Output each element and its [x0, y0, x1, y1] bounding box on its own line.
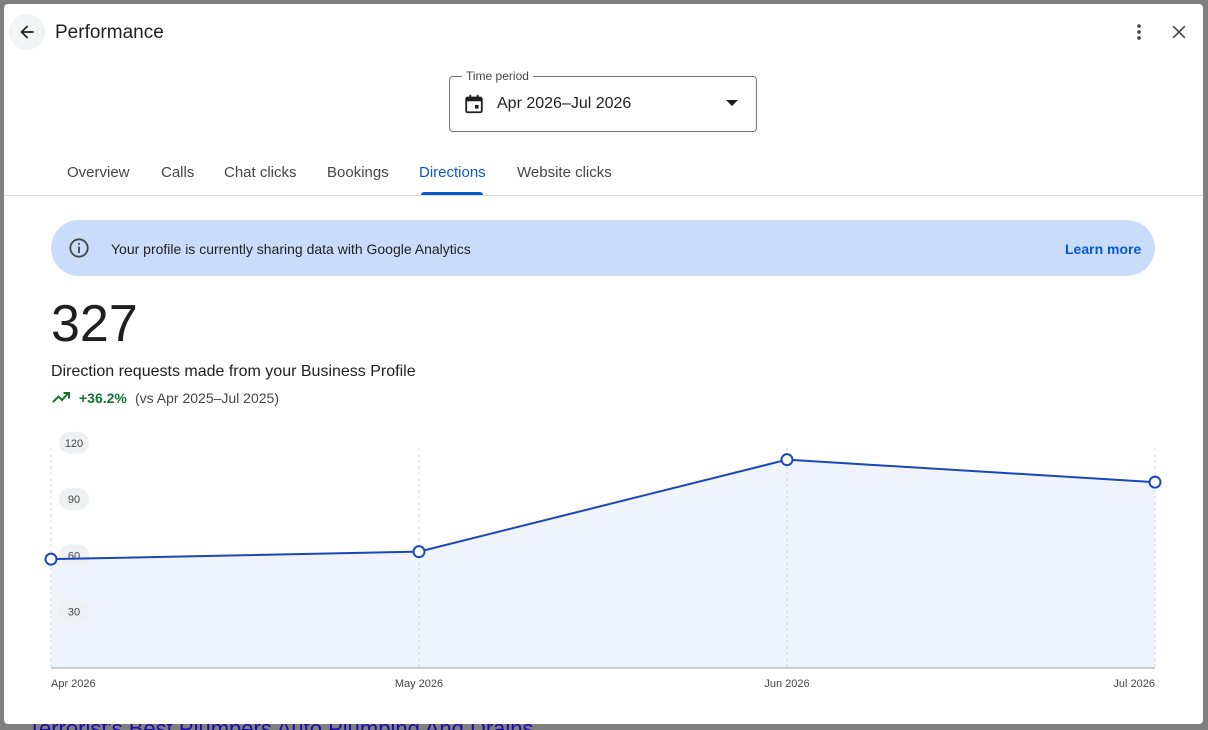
info-icon	[69, 238, 89, 258]
y-tick-label-90: 90	[68, 494, 80, 506]
y-tick-label-60: 60	[68, 550, 80, 562]
tab-bookings[interactable]: Bookings	[327, 164, 389, 181]
tab-bar: Overview Calls Chat clicks Bookings Dire…	[4, 152, 1203, 196]
dropdown-arrow-icon	[726, 100, 738, 106]
arrow-back-icon	[20, 25, 34, 39]
time-period-value: Apr 2026–Jul 2026	[497, 95, 632, 112]
x-tick-label-3: Jul 2026	[1113, 678, 1155, 690]
tab-chat-clicks[interactable]: Chat clicks	[224, 164, 297, 181]
active-tab-indicator	[421, 192, 483, 195]
dialog-header: Performance	[4, 4, 1203, 60]
metric-description: Direction requests made from your Busine…	[51, 363, 416, 380]
back-button[interactable]	[9, 14, 45, 50]
metric-change: +36.2%	[79, 390, 127, 406]
y-tick-label-30: 30	[68, 607, 80, 619]
x-tick-label-2: Jun 2026	[764, 678, 809, 690]
close-button[interactable]	[1163, 16, 1195, 48]
directions-line-chart: 30 60 90 120 Apr 2026 May 2026 Jun 2026 Jul 202…	[44, 431, 1162, 690]
metric-total: 327	[51, 295, 138, 353]
y-tick-label-120: 120	[65, 438, 83, 450]
tab-overview[interactable]: Overview	[67, 164, 130, 181]
data-point-1	[412, 545, 426, 559]
page-title: Performance	[55, 22, 164, 43]
close-icon	[1172, 25, 1186, 39]
banner-message: Your profile is currently sharing data w…	[111, 241, 471, 257]
tab-directions[interactable]: Directions	[419, 164, 486, 181]
calendar-icon	[465, 94, 483, 114]
metric-comparison: (vs Apr 2025–Jul 2025)	[135, 390, 279, 406]
learn-more-link[interactable]: Learn more	[1065, 241, 1141, 257]
data-point-3	[1148, 475, 1162, 489]
performance-dialog: Performance Time period Apr 2026–Jul 202…	[4, 4, 1203, 724]
more-vert-icon	[1137, 24, 1141, 40]
data-point-0	[44, 552, 58, 566]
trending-up-icon	[52, 392, 70, 403]
time-period-select[interactable]: Time period Apr 2026–Jul 2026	[449, 69, 757, 132]
time-period-label: Time period	[462, 69, 533, 83]
analytics-banner: Your profile is currently sharing data w…	[51, 220, 1155, 276]
x-tick-label-1: May 2026	[395, 678, 443, 690]
tab-calls[interactable]: Calls	[161, 164, 194, 181]
x-tick-label-0: Apr 2026	[51, 678, 96, 690]
chart-area	[51, 459, 1155, 668]
tab-website-clicks[interactable]: Website clicks	[517, 164, 612, 181]
data-point-2	[780, 453, 794, 467]
more-options-button[interactable]	[1123, 16, 1155, 48]
